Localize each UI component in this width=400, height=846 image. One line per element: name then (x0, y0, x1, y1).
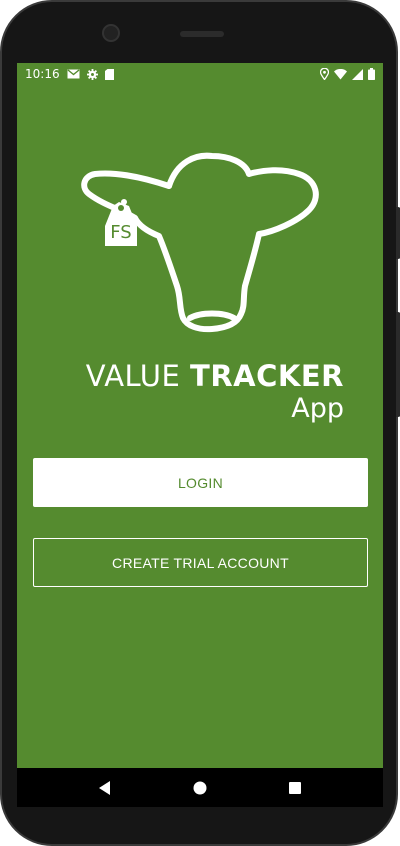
status-time: 10:16 (25, 67, 60, 81)
front-camera (102, 24, 120, 42)
login-button[interactable]: LOGIN (33, 458, 368, 507)
app-screen: 10:16 FS VALUE TRACKER App LOGIN CREATE … (17, 63, 383, 807)
status-right (320, 68, 375, 80)
signal-icon (352, 68, 363, 80)
home-circle-icon[interactable] (185, 773, 215, 803)
create-trial-account-button[interactable]: CREATE TRIAL ACCOUNT (33, 538, 368, 587)
wifi-icon (334, 68, 347, 80)
title-tracker: TRACKER (190, 359, 344, 393)
status-bar: 10:16 (17, 63, 383, 85)
title-line: VALUE TRACKER (17, 359, 344, 393)
mail-icon (67, 69, 80, 79)
location-icon (320, 68, 329, 80)
power-button (396, 312, 400, 417)
logo-tag-text: FS (110, 222, 131, 243)
title-value: VALUE (85, 359, 181, 393)
app-title: VALUE TRACKER App (17, 359, 344, 425)
back-triangle-icon[interactable] (90, 773, 120, 803)
phone-frame: 10:16 FS VALUE TRACKER App LOGIN CREATE … (0, 0, 400, 846)
gear-icon (86, 68, 98, 80)
title-subtitle: App (291, 393, 344, 424)
battery-icon (368, 68, 375, 80)
recents-square-icon[interactable] (280, 773, 310, 803)
earpiece-speaker (180, 31, 224, 37)
cow-head-with-ear-tag-icon: FS (77, 148, 327, 338)
sim-card-icon (104, 68, 114, 80)
status-left: 10:16 (25, 67, 114, 81)
system-navigation-bar (17, 768, 383, 807)
volume-button (396, 207, 400, 259)
